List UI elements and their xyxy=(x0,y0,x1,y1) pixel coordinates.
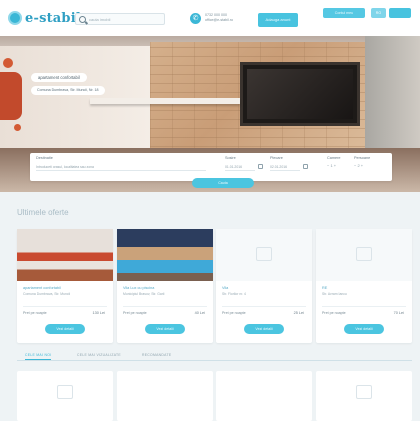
image-placeholder-icon xyxy=(57,385,73,399)
persons-stepper[interactable]: − 2 + xyxy=(354,163,363,168)
price-label: Pret pe noapte xyxy=(322,311,346,315)
hero-title[interactable]: apartament confortabil xyxy=(31,73,87,82)
offer-card[interactable] xyxy=(316,371,412,421)
divider xyxy=(123,306,207,307)
tab-newest[interactable]: CELE MAI NOI xyxy=(25,353,52,360)
offer-subtitle: Str. Avram Iancu xyxy=(322,292,347,296)
hero-red-decoration xyxy=(0,72,22,120)
offer-card[interactable]: Vila Lux cu piscina Municipiul Brasov, S… xyxy=(117,229,213,343)
calendar-icon[interactable] xyxy=(303,164,308,169)
phone-icon: ✆ xyxy=(190,13,201,24)
image-placeholder-icon xyxy=(256,247,272,261)
divider xyxy=(23,306,107,307)
price-value: 40 Lei xyxy=(194,311,205,315)
contact-info: 0732 000 000 office@e-stabil.ro xyxy=(205,13,233,23)
details-button[interactable]: Vezi detalii xyxy=(244,324,284,334)
price-value: 70 Lei xyxy=(393,311,404,315)
checkout-input[interactable]: 02.01.2016 xyxy=(270,163,300,171)
offer-image[interactable] xyxy=(216,229,312,281)
offer-subtitle: Str. Florilor nr. 4 xyxy=(222,292,246,296)
offer-title[interactable]: RE xyxy=(322,286,408,290)
offer-title[interactable]: Vila Lux cu piscina xyxy=(123,286,209,290)
contact-email: office@e-stabil.ro xyxy=(205,18,233,22)
hero-dot xyxy=(3,58,13,68)
destination-label: Destinatie xyxy=(36,156,53,160)
rooms-value: 1 xyxy=(330,163,333,168)
price-value: 25 Lei xyxy=(293,311,304,315)
checkin-label: Sosire xyxy=(225,156,236,160)
calendar-icon[interactable] xyxy=(258,164,263,169)
menu-button[interactable] xyxy=(389,8,411,18)
hero-tv xyxy=(240,62,360,126)
checkin-input[interactable]: 01.01.2016 xyxy=(225,163,255,171)
offer-card[interactable]: RE Str. Avram Iancu Pret pe noapte 70 Le… xyxy=(316,229,412,343)
persons-label: Persoane xyxy=(354,156,371,160)
offer-subtitle: Municipiul Brasov, Str. Garii xyxy=(123,292,165,296)
language-button[interactable]: RO xyxy=(371,8,386,18)
section-title: Ultimele oferte xyxy=(17,208,69,217)
image-placeholder-icon xyxy=(356,385,372,399)
divider xyxy=(322,306,406,307)
offer-subtitle: Comuna Dumbrava, Str. Muncii xyxy=(23,292,71,296)
offer-card[interactable] xyxy=(117,371,213,421)
checkout-label: Plecare xyxy=(270,156,283,160)
details-button[interactable]: Vezi detalii xyxy=(145,324,185,334)
logo-icon xyxy=(8,11,22,25)
price-label: Pret pe noapte xyxy=(222,311,246,315)
tab-recommended[interactable]: RECOMANDATE xyxy=(142,353,171,357)
listing-tabs: CELE MAI NOI CELE MAI VIZUALIZATE RECOMA… xyxy=(17,353,412,361)
rooms-label: Camere xyxy=(327,156,341,160)
persons-value: 2 xyxy=(357,163,360,168)
offer-image[interactable] xyxy=(316,229,412,281)
offer-image[interactable] xyxy=(117,229,213,281)
hero-dot xyxy=(14,124,21,131)
offer-card[interactable] xyxy=(17,371,113,421)
add-listing-button[interactable]: Adauga anunt xyxy=(258,13,298,27)
offer-title[interactable]: Vila xyxy=(222,286,308,290)
offer-card[interactable]: apartament confortabil Comuna Dumbrava, … xyxy=(17,229,113,343)
hero-address: Comuna Dumbrava, Str. Muncii, Nr. 18 xyxy=(31,86,105,95)
search-panel: Destinatie Introduceti orasul, localitat… xyxy=(30,153,392,181)
offer-title[interactable]: apartament confortabil xyxy=(23,286,109,290)
hero-shelf xyxy=(90,98,240,104)
details-button[interactable]: Vezi detalii xyxy=(45,324,85,334)
offer-card[interactable] xyxy=(216,371,312,421)
price-value: 130 Lei xyxy=(92,311,105,315)
search-submit-button[interactable]: Cauta xyxy=(192,178,254,188)
search-placeholder: cauta imobil xyxy=(89,16,111,22)
rooms-stepper[interactable]: − 1 + xyxy=(327,163,336,168)
tab-most-viewed[interactable]: CELE MAI VIZUALIZATE xyxy=(77,353,121,357)
destination-input[interactable]: Introduceti orasul, localitatea sau zona xyxy=(36,163,206,171)
account-button[interactable]: Contul meu xyxy=(323,8,365,18)
offer-image[interactable] xyxy=(17,229,113,281)
offer-card[interactable]: Vila Str. Florilor nr. 4 Pret pe noapte … xyxy=(216,229,312,343)
search-input[interactable]: cauta imobil xyxy=(75,13,165,25)
price-label: Pret pe noapte xyxy=(123,311,147,315)
divider xyxy=(222,306,306,307)
search-icon xyxy=(79,15,86,23)
price-label: Pret pe noapte xyxy=(23,311,47,315)
details-button[interactable]: Vezi detalii xyxy=(344,324,384,334)
top-bar: e-stabil.ro cauta imobil ✆ 0732 000 000 … xyxy=(0,0,420,36)
image-placeholder-icon xyxy=(356,247,372,261)
